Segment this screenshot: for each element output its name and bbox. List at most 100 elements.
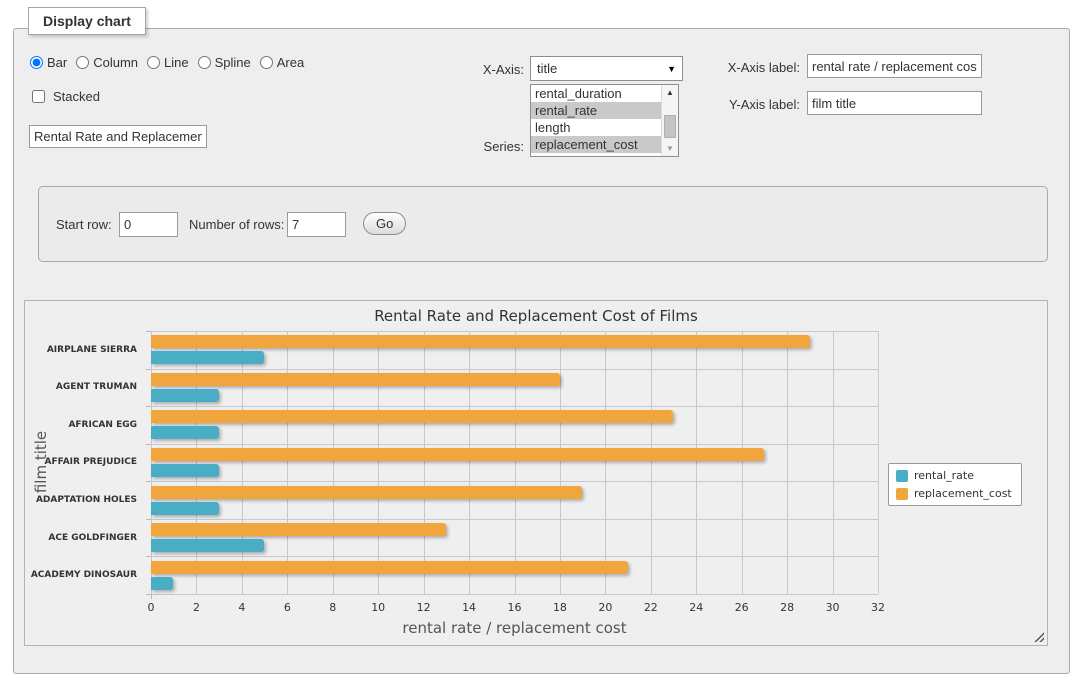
bar-replacement_cost xyxy=(151,448,764,461)
bar-group-2 xyxy=(151,406,878,444)
row-controls-panel: Start row: Number of rows: Go xyxy=(38,186,1048,262)
bar-rental_rate xyxy=(151,539,264,552)
series-listbox-options: rental_durationrental_ratelengthreplacem… xyxy=(531,85,662,153)
resize-handle-icon[interactable] xyxy=(1033,631,1044,642)
scrollbar-thumb[interactable] xyxy=(664,115,676,138)
chart-title-input[interactable] xyxy=(29,125,207,148)
chart-container: Rental Rate and Replacement Cost of Film… xyxy=(24,300,1048,646)
x-tick-label: 14 xyxy=(462,601,476,614)
x-tick-label: 20 xyxy=(598,601,612,614)
chart-type-radio-area[interactable] xyxy=(260,56,273,69)
x-tick-label: 16 xyxy=(508,601,522,614)
category-label: AIRPLANE SIERRA xyxy=(47,331,137,369)
x-tick-label: 6 xyxy=(284,601,291,614)
bar-rental_rate xyxy=(151,351,264,364)
bar-replacement_cost xyxy=(151,486,582,499)
x-tick-label: 30 xyxy=(826,601,840,614)
x-tick-labels: 02468101214161820222426283032 xyxy=(151,601,878,617)
series-option-length[interactable]: length xyxy=(531,119,662,136)
y-axis-label-input[interactable] xyxy=(807,91,982,115)
stacked-checkbox[interactable] xyxy=(32,90,45,103)
bar-group-3 xyxy=(151,444,878,482)
x-axis-tick xyxy=(151,594,152,599)
x-axis-select-label: X-Axis: xyxy=(420,62,524,78)
legend-swatch xyxy=(896,488,908,500)
x-tick-label: 26 xyxy=(735,601,749,614)
x-tick-label: 28 xyxy=(780,601,794,614)
fieldset-legend: Display chart xyxy=(28,7,146,35)
chart-type-radio-spline[interactable] xyxy=(198,56,211,69)
x-axis-select[interactable]: title ▼ xyxy=(530,56,683,81)
chart-type-spline[interactable]: Spline xyxy=(198,55,251,70)
start-row-label: Start row: xyxy=(56,217,112,233)
bar-rental_rate xyxy=(151,577,173,590)
series-listbox[interactable]: rental_durationrental_ratelengthreplacem… xyxy=(530,84,679,157)
category-label: ACADEMY DINOSAUR xyxy=(31,556,137,594)
chart-type-radio-column[interactable] xyxy=(76,56,89,69)
chart-type-label: Spline xyxy=(215,55,251,70)
chart-type-bar[interactable]: Bar xyxy=(30,55,67,70)
series-list-label: Series: xyxy=(420,139,524,155)
gridline-horizontal xyxy=(151,594,878,595)
x-tick-label: 8 xyxy=(329,601,336,614)
go-button[interactable]: Go xyxy=(363,212,406,235)
bar-rental_rate xyxy=(151,426,219,439)
x-tick-label: 12 xyxy=(417,601,431,614)
listbox-scrollbar[interactable]: ▲ ▼ xyxy=(661,85,678,156)
bar-group-4 xyxy=(151,481,878,519)
x-tick-label: 4 xyxy=(238,601,245,614)
bar-replacement_cost xyxy=(151,373,560,386)
chart-type-radio-line[interactable] xyxy=(147,56,160,69)
bar-rental_rate xyxy=(151,464,219,477)
category-label: ACE GOLDFINGER xyxy=(48,519,137,557)
bar-rental_rate xyxy=(151,502,219,515)
chart-type-group: Bar Column Line Spline Area xyxy=(30,55,304,70)
category-label: AGENT TRUMAN xyxy=(56,369,137,407)
num-rows-input[interactable] xyxy=(287,212,346,237)
bar-group-5 xyxy=(151,519,878,557)
x-axis-label-input[interactable] xyxy=(807,54,982,78)
x-tick-label: 24 xyxy=(689,601,703,614)
legend-label: replacement_cost xyxy=(914,487,1012,500)
series-option-rental_duration[interactable]: rental_duration xyxy=(531,85,662,102)
stacked-label: Stacked xyxy=(53,89,100,104)
chart-type-label: Area xyxy=(277,55,304,70)
scroll-up-icon[interactable]: ▲ xyxy=(662,85,678,100)
legend-item-rental_rate[interactable]: rental_rate xyxy=(896,469,1012,482)
chart-type-line[interactable]: Line xyxy=(147,55,189,70)
y-axis-title: film title xyxy=(32,431,50,493)
legend-item-replacement_cost[interactable]: replacement_cost xyxy=(896,487,1012,500)
bar-replacement_cost xyxy=(151,561,628,574)
stacked-option[interactable]: Stacked xyxy=(28,87,100,106)
bar-group-1 xyxy=(151,369,878,407)
bar-replacement_cost xyxy=(151,410,673,423)
scroll-down-icon[interactable]: ▼ xyxy=(662,141,678,156)
chevron-down-icon: ▼ xyxy=(667,64,676,74)
x-tick-label: 10 xyxy=(371,601,385,614)
chart-type-label: Line xyxy=(164,55,189,70)
page: Display chart Bar Column Line Spline Area St… xyxy=(0,0,1081,681)
y-axis-label-label: Y-Axis label: xyxy=(690,97,800,113)
chart-type-label: Bar xyxy=(47,55,67,70)
chart-type-column[interactable]: Column xyxy=(76,55,138,70)
bar-replacement_cost xyxy=(151,523,446,536)
x-axis-select-value: title xyxy=(537,61,557,76)
series-option-replacement_cost[interactable]: replacement_cost xyxy=(531,136,662,153)
plot-area xyxy=(151,331,878,594)
category-label: AFRICAN EGG xyxy=(68,406,137,444)
gridline-vertical xyxy=(878,331,879,594)
category-label: ADAPTATION HOLES xyxy=(36,481,137,519)
chart-type-label: Column xyxy=(93,55,138,70)
series-option-rental_rate[interactable]: rental_rate xyxy=(531,102,662,119)
chart-type-radio-bar[interactable] xyxy=(30,56,43,69)
start-row-input[interactable] xyxy=(119,212,178,237)
x-axis-title: rental rate / replacement cost xyxy=(151,619,878,637)
chart-type-area[interactable]: Area xyxy=(260,55,304,70)
bar-replacement_cost xyxy=(151,335,810,348)
legend-swatch xyxy=(896,470,908,482)
x-tick-label: 0 xyxy=(148,601,155,614)
bar-group-6 xyxy=(151,556,878,594)
bar-rental_rate xyxy=(151,389,219,402)
num-rows-label: Number of rows: xyxy=(189,217,284,233)
x-tick-label: 32 xyxy=(871,601,885,614)
